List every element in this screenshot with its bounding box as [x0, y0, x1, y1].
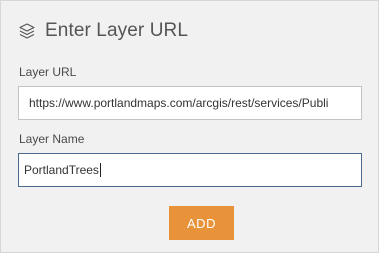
layer-url-value: https://www.portlandmaps.com/arcgis/rest… — [29, 96, 329, 110]
add-button-label: ADD — [187, 215, 216, 231]
layer-url-input[interactable]: https://www.portlandmaps.com/arcgis/rest… — [18, 86, 362, 120]
layers-icon — [18, 22, 36, 40]
layer-name-value: PortlandTrees — [24, 163, 99, 177]
panel-header: Enter Layer URL — [18, 18, 188, 44]
text-cursor — [99, 162, 101, 177]
layer-name-label: Layer Name — [19, 132, 85, 146]
enter-layer-url-panel: Enter Layer URL Layer URL https://www.po… — [0, 0, 379, 253]
add-button[interactable]: ADD — [169, 206, 234, 240]
layer-url-label: Layer URL — [19, 65, 77, 79]
layer-name-input[interactable]: PortlandTrees — [18, 153, 362, 187]
panel-title: Enter Layer URL — [45, 20, 189, 41]
